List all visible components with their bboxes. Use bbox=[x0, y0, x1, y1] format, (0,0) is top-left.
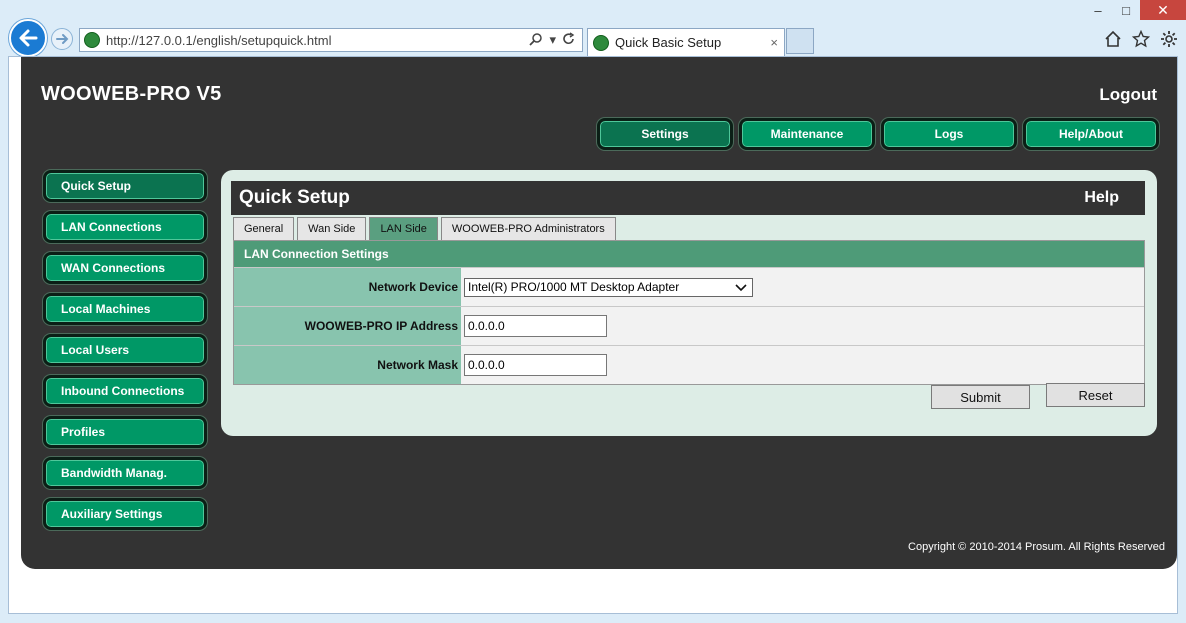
sidenav-inbound-connections[interactable]: Inbound Connections bbox=[43, 375, 207, 407]
tab-favicon-icon bbox=[593, 34, 609, 51]
search-icon[interactable] bbox=[529, 32, 543, 46]
app-frame: WOOWEB-PRO V5 Logout Settings Maintenanc… bbox=[21, 57, 1177, 569]
help-link[interactable]: Help bbox=[1084, 189, 1119, 207]
network-device-value: Intel(R) PRO/1000 MT Desktop Adapter bbox=[468, 280, 680, 294]
network-device-select[interactable]: Intel(R) PRO/1000 MT Desktop Adapter bbox=[464, 277, 753, 299]
forward-arrow-icon bbox=[56, 34, 69, 44]
settings-tabs: General Wan Side LAN Side WOOWEB-PRO Adm… bbox=[233, 217, 616, 240]
ip-address-row: WOOWEB-PRO IP Address 0.0.0.0 bbox=[234, 306, 1144, 345]
browser-toolbar bbox=[1104, 30, 1178, 48]
sidenav-bandwidth-manag[interactable]: Bandwidth Manag. bbox=[43, 457, 207, 489]
refresh-icon[interactable] bbox=[562, 32, 576, 46]
network-mask-field[interactable]: 0.0.0.0 bbox=[464, 354, 607, 376]
submit-button[interactable]: Submit bbox=[931, 385, 1030, 409]
sidenav-quick-setup[interactable]: Quick Setup bbox=[43, 170, 207, 202]
tab-close-icon[interactable]: × bbox=[770, 35, 778, 50]
topnav-logs[interactable]: Logs bbox=[881, 118, 1017, 150]
chevron-down-icon bbox=[734, 279, 748, 299]
page-viewport: WOOWEB-PRO V5 Logout Settings Maintenanc… bbox=[8, 56, 1178, 614]
network-mask-label: Network Mask bbox=[234, 346, 461, 384]
back-arrow-icon bbox=[19, 29, 38, 47]
sidenav-profiles[interactable]: Profiles bbox=[43, 416, 207, 448]
content-panel: Quick Setup Help General Wan Side LAN Si… bbox=[221, 170, 1157, 436]
sidenav-local-machines[interactable]: Local Machines bbox=[43, 293, 207, 325]
minimize-button[interactable]: – bbox=[1084, 0, 1112, 20]
window-controls: – □ ✕ bbox=[1084, 0, 1186, 22]
tab-title: Quick Basic Setup bbox=[615, 35, 722, 50]
home-icon[interactable] bbox=[1104, 30, 1122, 48]
close-window-button[interactable]: ✕ bbox=[1140, 0, 1186, 20]
brand-title: WOOWEB-PRO V5 bbox=[41, 83, 222, 105]
ip-address-field[interactable]: 0.0.0.0 bbox=[464, 315, 607, 337]
tab-general[interactable]: General bbox=[233, 217, 295, 240]
network-device-label: Network Device bbox=[234, 268, 461, 306]
site-favicon-icon bbox=[84, 32, 100, 48]
copyright-text: Copyright © 2010-2014 Prosum. All Rights… bbox=[908, 541, 1165, 553]
sidenav-lan-connections[interactable]: LAN Connections bbox=[43, 211, 207, 243]
browser-tab-active[interactable]: Quick Basic Setup × bbox=[587, 28, 785, 56]
reset-button[interactable]: Reset bbox=[1046, 383, 1145, 407]
network-device-row: Network Device Intel(R) PRO/1000 MT Desk… bbox=[234, 267, 1144, 306]
section-title: LAN Connection Settings bbox=[234, 241, 1144, 267]
new-tab-button[interactable] bbox=[786, 28, 814, 54]
sidenav-wan-connections[interactable]: WAN Connections bbox=[43, 252, 207, 284]
content-header: Quick Setup Help bbox=[231, 181, 1145, 215]
logout-link[interactable]: Logout bbox=[1099, 85, 1157, 105]
form-actions: Submit Reset bbox=[931, 383, 1145, 409]
search-dropdown-icon[interactable]: ▾ bbox=[549, 32, 556, 48]
topnav-maintenance[interactable]: Maintenance bbox=[739, 118, 875, 150]
address-bar[interactable]: http://127.0.0.1/english/setupquick.html… bbox=[79, 28, 583, 52]
forward-button[interactable] bbox=[51, 28, 73, 50]
favorites-star-icon[interactable] bbox=[1132, 30, 1150, 48]
sidenav-auxiliary-settings[interactable]: Auxiliary Settings bbox=[43, 498, 207, 530]
tab-wan-side[interactable]: Wan Side bbox=[297, 217, 367, 240]
url-text[interactable]: http://127.0.0.1/english/setupquick.html bbox=[106, 33, 529, 48]
back-button[interactable] bbox=[9, 19, 47, 57]
ip-address-label: WOOWEB-PRO IP Address bbox=[234, 307, 461, 345]
top-navigation: Settings Maintenance Logs Help/About bbox=[597, 118, 1159, 150]
topnav-help-about[interactable]: Help/About bbox=[1023, 118, 1159, 150]
side-navigation: Quick Setup LAN Connections WAN Connecti… bbox=[43, 170, 207, 539]
browser-chrome: – □ ✕ http://127.0.0.1/english/setupquic… bbox=[0, 0, 1186, 57]
tab-lan-side[interactable]: LAN Side bbox=[369, 217, 438, 240]
page-title: Quick Setup bbox=[239, 187, 350, 208]
maximize-button[interactable]: □ bbox=[1112, 0, 1140, 20]
topnav-settings[interactable]: Settings bbox=[597, 118, 733, 150]
gear-icon[interactable] bbox=[1160, 30, 1178, 48]
network-mask-row: Network Mask 0.0.0.0 bbox=[234, 345, 1144, 384]
sidenav-local-users[interactable]: Local Users bbox=[43, 334, 207, 366]
tab-administrators[interactable]: WOOWEB-PRO Administrators bbox=[440, 217, 616, 240]
lan-settings-table: LAN Connection Settings Network Device I… bbox=[233, 240, 1145, 385]
